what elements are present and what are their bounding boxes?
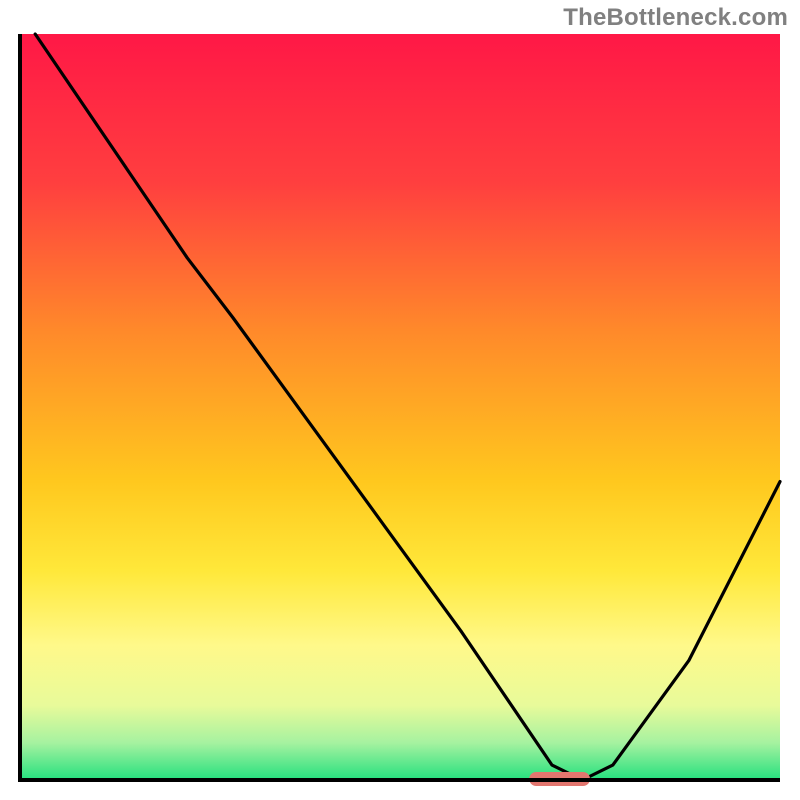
bottleneck-chart [0,0,800,800]
plot-background [20,34,780,780]
chart-frame: TheBottleneck.com [0,0,800,800]
watermark-text: TheBottleneck.com [563,4,788,32]
